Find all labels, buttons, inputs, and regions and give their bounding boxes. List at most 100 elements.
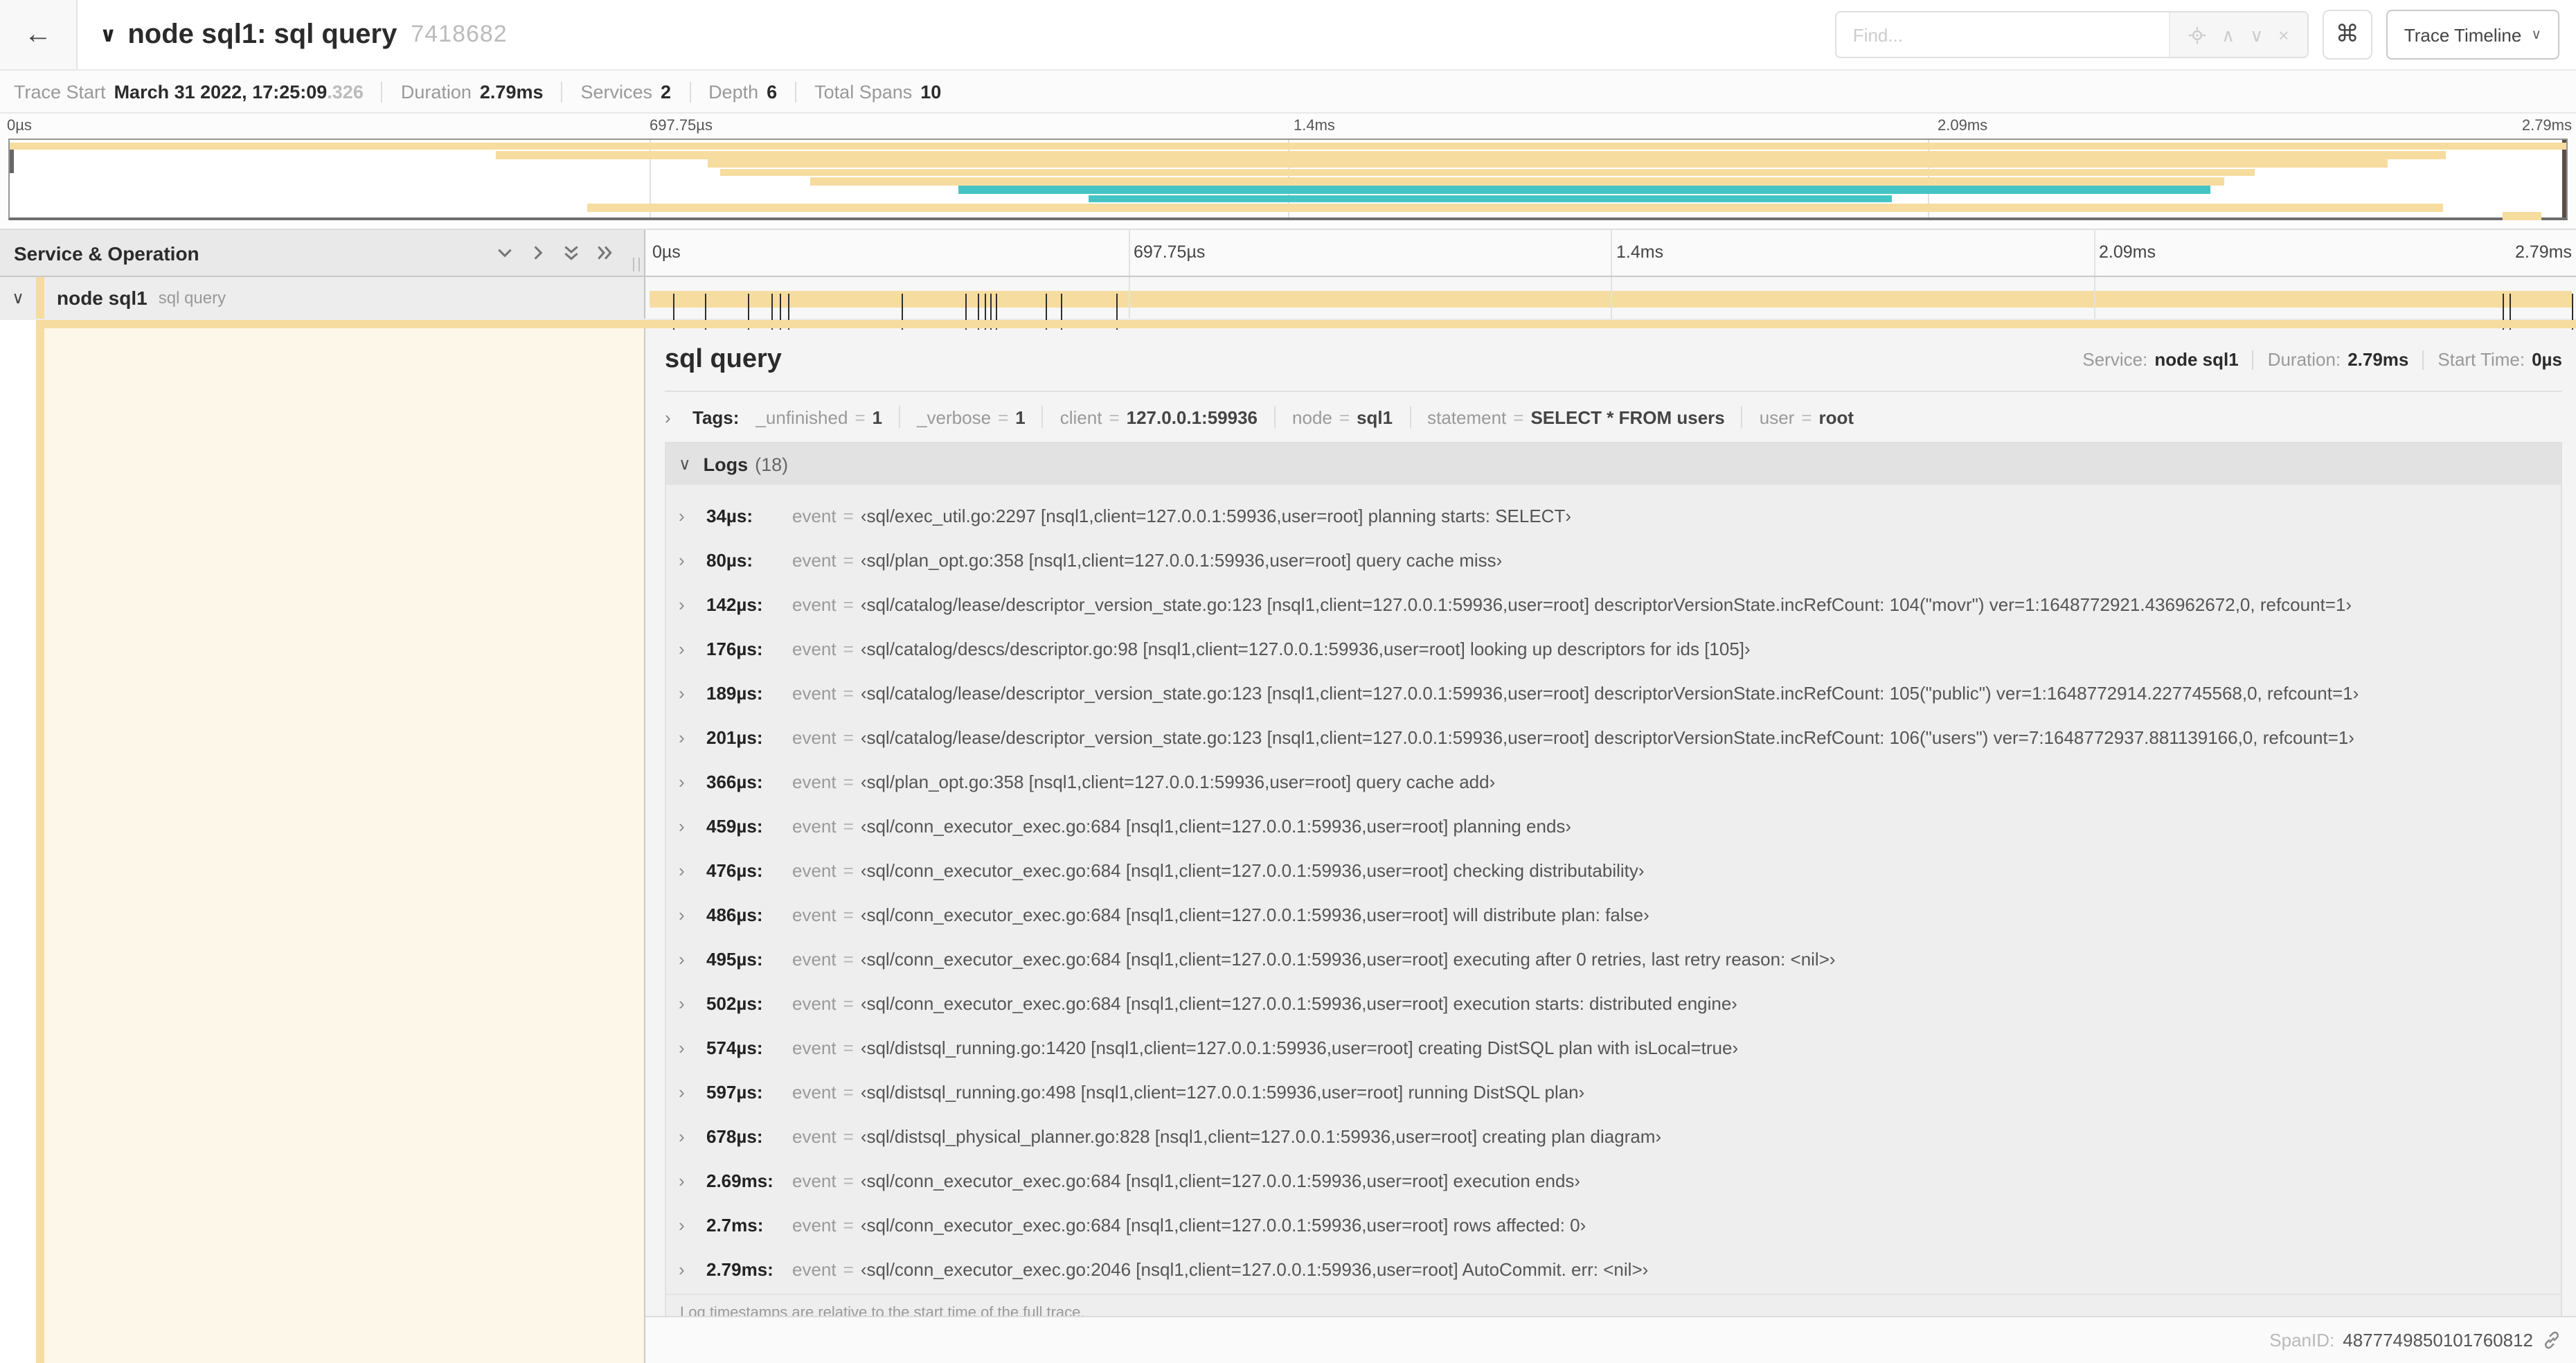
collapse-one-icon[interactable] xyxy=(496,244,514,262)
chevron-right-icon[interactable]: › xyxy=(679,1214,706,1235)
chevron-right-icon[interactable]: › xyxy=(679,948,706,969)
log-timestamp: 574µs: xyxy=(706,1037,763,1058)
chevron-right-icon[interactable]: › xyxy=(679,771,706,792)
log-row[interactable]: › 142µs: event = ‹sql/catalog/lease/descript… xyxy=(666,582,2561,626)
log-message: event = ‹sql/conn_executor_exec.go:684 [ns… xyxy=(792,859,2561,880)
log-timestamp: 142µs: xyxy=(706,594,763,614)
clear-search-icon[interactable]: × xyxy=(2278,26,2289,44)
time-tick-label: 2.79ms xyxy=(2515,242,2572,262)
tags-row[interactable]: › Tags: _unfinished = 1 _verbose = 1 client = 12… xyxy=(665,392,2562,442)
summary-label: Total Spans xyxy=(814,81,913,102)
chevron-right-icon[interactable]: › xyxy=(679,904,706,925)
locate-icon[interactable] xyxy=(2188,26,2206,44)
log-message: event = ‹sql/distsql_running.go:498 [nsql1… xyxy=(792,1081,2561,1102)
log-row[interactable]: › 80µs: event = ‹sql/plan_opt.go:358 [nsql1,… xyxy=(666,537,2561,582)
span-service-name: node sql1 xyxy=(57,287,147,309)
view-selector-button[interactable]: Trace Timeline ∨ xyxy=(2386,10,2559,60)
equals-sign: = xyxy=(998,407,1009,427)
chevron-right-icon[interactable]: › xyxy=(679,638,706,659)
log-row[interactable]: › 678µs: event = ‹sql/distsql_physical_plann… xyxy=(666,1114,2561,1158)
log-message: event = ‹sql/catalog/lease/descriptor_vers… xyxy=(792,682,2561,703)
chevron-right-icon[interactable]: › xyxy=(679,594,706,614)
back-button[interactable]: ← xyxy=(0,0,78,69)
time-tick-label: 2.79ms xyxy=(2521,118,2572,134)
detail-info-label: Start Time: xyxy=(2438,349,2525,370)
trace-collapse-chevron-icon[interactable]: ∨ xyxy=(100,22,116,47)
log-row[interactable]: › 176µs: event = ‹sql/catalog/descs/descript… xyxy=(666,626,2561,670)
tags-chevron-right-icon[interactable]: › xyxy=(665,407,692,427)
log-row[interactable]: › 574µs: event = ‹sql/distsql_running.go:142… xyxy=(666,1025,2561,1069)
equals-sign: = xyxy=(843,549,854,570)
column-resize-handle[interactable] xyxy=(633,258,640,271)
log-row[interactable]: › 502µs: event = ‹sql/conn_executor_exec.go:… xyxy=(666,981,2561,1025)
time-tick-label: 1.4ms xyxy=(1294,118,1335,134)
logs-count: (18) xyxy=(755,454,789,474)
span-detail-panel: sql query Service: node sql1 Duration: 2.79… xyxy=(645,328,2576,1317)
log-field-key: event xyxy=(792,1170,837,1191)
equals-sign: = xyxy=(843,1081,854,1102)
chevron-right-icon[interactable]: › xyxy=(679,505,706,526)
log-row[interactable]: › 34µs: event = ‹sql/exec_util.go:2297 [nsql… xyxy=(666,493,2561,537)
prev-match-icon[interactable]: ∧ xyxy=(2221,26,2235,44)
next-match-icon[interactable]: ∨ xyxy=(2250,26,2263,44)
log-row[interactable]: › 2.7ms: event = ‹sql/conn_executor_exec.go:… xyxy=(666,1202,2561,1247)
find-input[interactable] xyxy=(1836,12,2169,57)
summary-item: Trace Start March 31 2022, 17:25:09.326 xyxy=(14,81,364,102)
log-field-value: ‹sql/plan_opt.go:358 [nsql1,client=127.0… xyxy=(860,771,1496,792)
keyboard-shortcuts-button[interactable]: ⌘ xyxy=(2322,10,2372,60)
chevron-right-icon[interactable]: › xyxy=(679,1037,706,1058)
span-row-timeline-cell[interactable] xyxy=(645,277,2576,330)
chevron-right-icon[interactable]: › xyxy=(679,682,706,703)
chevron-right-icon[interactable]: › xyxy=(679,727,706,747)
chevron-right-icon[interactable]: › xyxy=(679,815,706,836)
chevron-right-icon[interactable]: › xyxy=(679,1170,706,1191)
log-row[interactable]: › 476µs: event = ‹sql/conn_executor_exec.go:… xyxy=(666,848,2561,892)
log-row[interactable]: › 2.79ms: event = ‹sql/conn_executor_exec.go… xyxy=(666,1247,2561,1291)
log-row[interactable]: › 366µs: event = ‹sql/plan_opt.go:358 [nsql1… xyxy=(666,759,2561,803)
timeline-gridline xyxy=(1611,230,1612,276)
chevron-right-icon[interactable]: › xyxy=(679,1081,706,1102)
log-row[interactable]: › 486µs: event = ‹sql/conn_executor_exec.go:… xyxy=(666,892,2561,936)
log-message: event = ‹sql/catalog/lease/descriptor_vers… xyxy=(792,594,2561,614)
log-row[interactable]: › 189µs: event = ‹sql/catalog/lease/descript… xyxy=(666,670,2561,715)
minimap-span-bar xyxy=(495,150,2447,159)
time-tick-label: 0µs xyxy=(652,242,681,262)
expand-all-icon[interactable] xyxy=(596,244,614,262)
minimap-span-bar xyxy=(958,186,2211,195)
log-field-key: event xyxy=(792,904,837,925)
chevron-right-icon[interactable]: › xyxy=(679,992,706,1013)
logs-header[interactable]: ∨ Logs (18) xyxy=(666,443,2561,485)
span-collapse-chevron-icon[interactable]: ∨ xyxy=(0,288,36,308)
span-detail-info: Service: node sql1 Duration: 2.79ms Start Ti… xyxy=(2082,349,2562,370)
detail-info-label: Duration: xyxy=(2267,349,2341,370)
tag-divider xyxy=(1741,406,1743,428)
equals-sign: = xyxy=(843,948,854,969)
summary-value: 2.79ms xyxy=(479,81,544,102)
detail-info-value: 0µs xyxy=(2532,349,2562,370)
equals-sign: = xyxy=(843,505,854,526)
log-field-value: ‹sql/conn_executor_exec.go:2046 [nsql1,c… xyxy=(860,1258,1649,1279)
expand-one-icon[interactable] xyxy=(529,244,547,262)
chevron-right-icon[interactable]: › xyxy=(679,859,706,880)
log-field-value: ‹sql/catalog/descs/descriptor.go:98 [nsq… xyxy=(860,638,1751,659)
log-row[interactable]: › 597µs: event = ‹sql/distsql_running.go:498… xyxy=(666,1069,2561,1114)
summary-value: 2 xyxy=(661,81,672,102)
collapse-all-icon[interactable] xyxy=(562,244,580,262)
log-field-value: ‹sql/conn_executor_exec.go:684 [nsql1,cl… xyxy=(860,992,1737,1013)
log-row[interactable]: › 201µs: event = ‹sql/catalog/lease/descript… xyxy=(666,715,2561,759)
chevron-right-icon[interactable]: › xyxy=(679,1258,706,1279)
log-row[interactable]: › 495µs: event = ‹sql/conn_executor_exec.go:… xyxy=(666,936,2561,981)
log-field-key: event xyxy=(792,505,837,526)
time-tick-label: 2.09ms xyxy=(2099,242,2156,262)
log-row[interactable]: › 459µs: event = ‹sql/conn_executor_exec.go:… xyxy=(666,803,2561,848)
chevron-right-icon[interactable]: › xyxy=(679,549,706,570)
deep-link-icon[interactable] xyxy=(2541,1330,2562,1351)
timeline-gridline xyxy=(1128,277,1129,319)
find-suffix-controls: ∧ ∨ × xyxy=(2168,12,2307,57)
log-row[interactable]: › 2.69ms: event = ‹sql/conn_executor_exec.go… xyxy=(666,1158,2561,1202)
span-row-name-cell[interactable]: ∨ node sql1 sql query xyxy=(0,277,645,319)
minimap-canvas[interactable] xyxy=(8,139,2568,221)
chevron-right-icon[interactable]: › xyxy=(679,1125,706,1146)
summary-value: March 31 2022, 17:25:09 xyxy=(114,81,328,102)
minimap-right-scrubber-handle[interactable] xyxy=(2562,140,2566,217)
